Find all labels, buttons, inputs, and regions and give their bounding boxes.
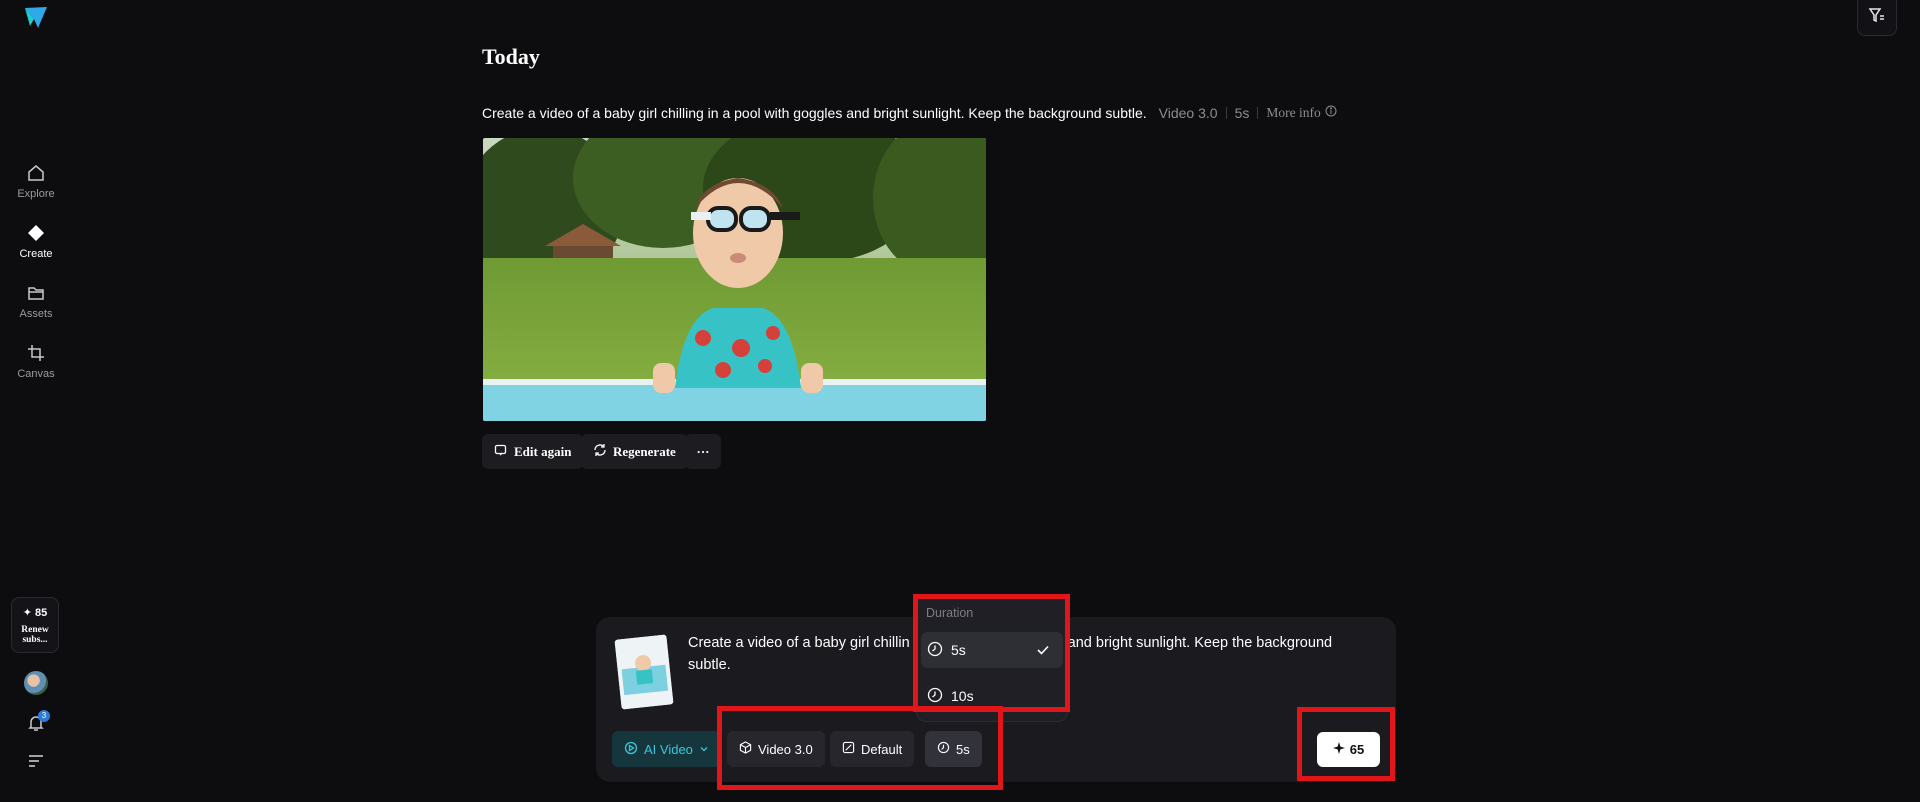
prompt-input-text: Create a video of a baby girl chillin <box>688 635 910 651</box>
duration-label: 5s <box>1234 105 1250 121</box>
sidebar-item-label: Explore <box>17 188 55 200</box>
credits-renew-button[interactable]: ✦ 85 Renew subs... <box>11 597 59 653</box>
clock-icon <box>927 687 943 706</box>
more-info-link[interactable]: More info <box>1266 105 1337 121</box>
diamond-icon <box>25 222 47 244</box>
edit-icon <box>494 443 508 461</box>
filter-icon <box>1868 6 1886 29</box>
prompt-input-text-line2: subtle. <box>688 657 731 673</box>
clock-icon <box>927 641 943 660</box>
regenerate-button[interactable]: Regenerate <box>581 434 688 469</box>
mode-label: AI Video <box>644 741 693 757</box>
style-selector[interactable]: Default <box>830 731 915 767</box>
notification-badge: 3 <box>38 710 50 722</box>
renew-label: Renew subs... <box>21 625 49 645</box>
avatar[interactable] <box>24 671 48 695</box>
chevron-down-icon <box>699 742 709 757</box>
generate-cost: 65 <box>1349 742 1365 757</box>
option-label: 5s <box>951 642 966 658</box>
check-icon <box>1035 642 1051 661</box>
duration-selector-label: 5s <box>956 741 970 757</box>
filter-button[interactable] <box>1857 0 1897 36</box>
edit-again-button[interactable]: Edit again <box>482 434 584 469</box>
credits-count: ✦ 85 <box>22 607 48 619</box>
crop-icon <box>25 342 47 364</box>
cube-icon <box>739 741 752 757</box>
dropdown-title: Duration <box>926 606 974 620</box>
model-selector-label: Video 3.0 <box>758 741 813 757</box>
sidebar-item-label: Assets <box>19 308 53 320</box>
app-logo[interactable] <box>22 4 50 32</box>
divider <box>1225 107 1227 119</box>
more-info-label: More info <box>1266 105 1321 120</box>
duration-selector[interactable]: 5s <box>925 731 982 767</box>
sidebar-item-assets[interactable]: Assets <box>0 282 72 320</box>
option-label: 10s <box>951 688 974 704</box>
sidebar-item-explore[interactable]: Explore <box>0 162 72 200</box>
aspect-ratio-icon <box>842 741 855 757</box>
clock-icon <box>937 741 950 757</box>
home-icon <box>25 162 47 184</box>
regenerate-label: Regenerate <box>613 443 676 459</box>
more-options-button[interactable]: ··· <box>685 434 721 469</box>
sidebar-item-canvas[interactable]: Canvas <box>0 342 72 380</box>
refresh-icon <box>593 443 607 461</box>
prompt-meta: Video 3.0 5s More info <box>1159 105 1337 121</box>
edit-again-label: Edit again <box>514 443 572 459</box>
generate-button[interactable]: 65 <box>1317 732 1380 767</box>
model-selector[interactable]: Video 3.0 <box>727 731 825 767</box>
model-label: Video 3.0 <box>1158 105 1218 121</box>
duration-option-5s[interactable]: 5s <box>921 632 1063 668</box>
generated-video-thumbnail[interactable] <box>483 138 986 421</box>
ai-video-icon <box>624 741 638 758</box>
prompt-text: Create a video of a baby girl chilling i… <box>482 105 1147 121</box>
mode-selector[interactable]: AI Video <box>612 731 721 767</box>
prompt-input-text-tail: and bright sunlight. Keep the background <box>1067 635 1333 651</box>
duration-option-10s[interactable]: 10s <box>921 678 1063 714</box>
reference-image-thumbnail[interactable] <box>614 634 674 710</box>
menu-icon[interactable] <box>26 753 46 769</box>
sidebar-item-create[interactable]: Create <box>0 222 72 260</box>
sidebar-item-label: Create <box>19 248 53 260</box>
divider <box>1257 107 1259 119</box>
style-selector-label: Default <box>861 741 903 757</box>
sparkle-icon <box>1332 742 1345 757</box>
folder-icon <box>25 282 47 304</box>
sidebar: Explore Create Assets Canvas ✦ 85 Renew … <box>0 0 72 802</box>
info-icon <box>1325 105 1337 121</box>
sidebar-item-label: Canvas <box>17 368 55 380</box>
more-options-label: ··· <box>696 443 710 459</box>
prompt-row: Create a video of a baby girl chilling i… <box>482 105 1337 121</box>
section-title: Today <box>482 44 540 69</box>
